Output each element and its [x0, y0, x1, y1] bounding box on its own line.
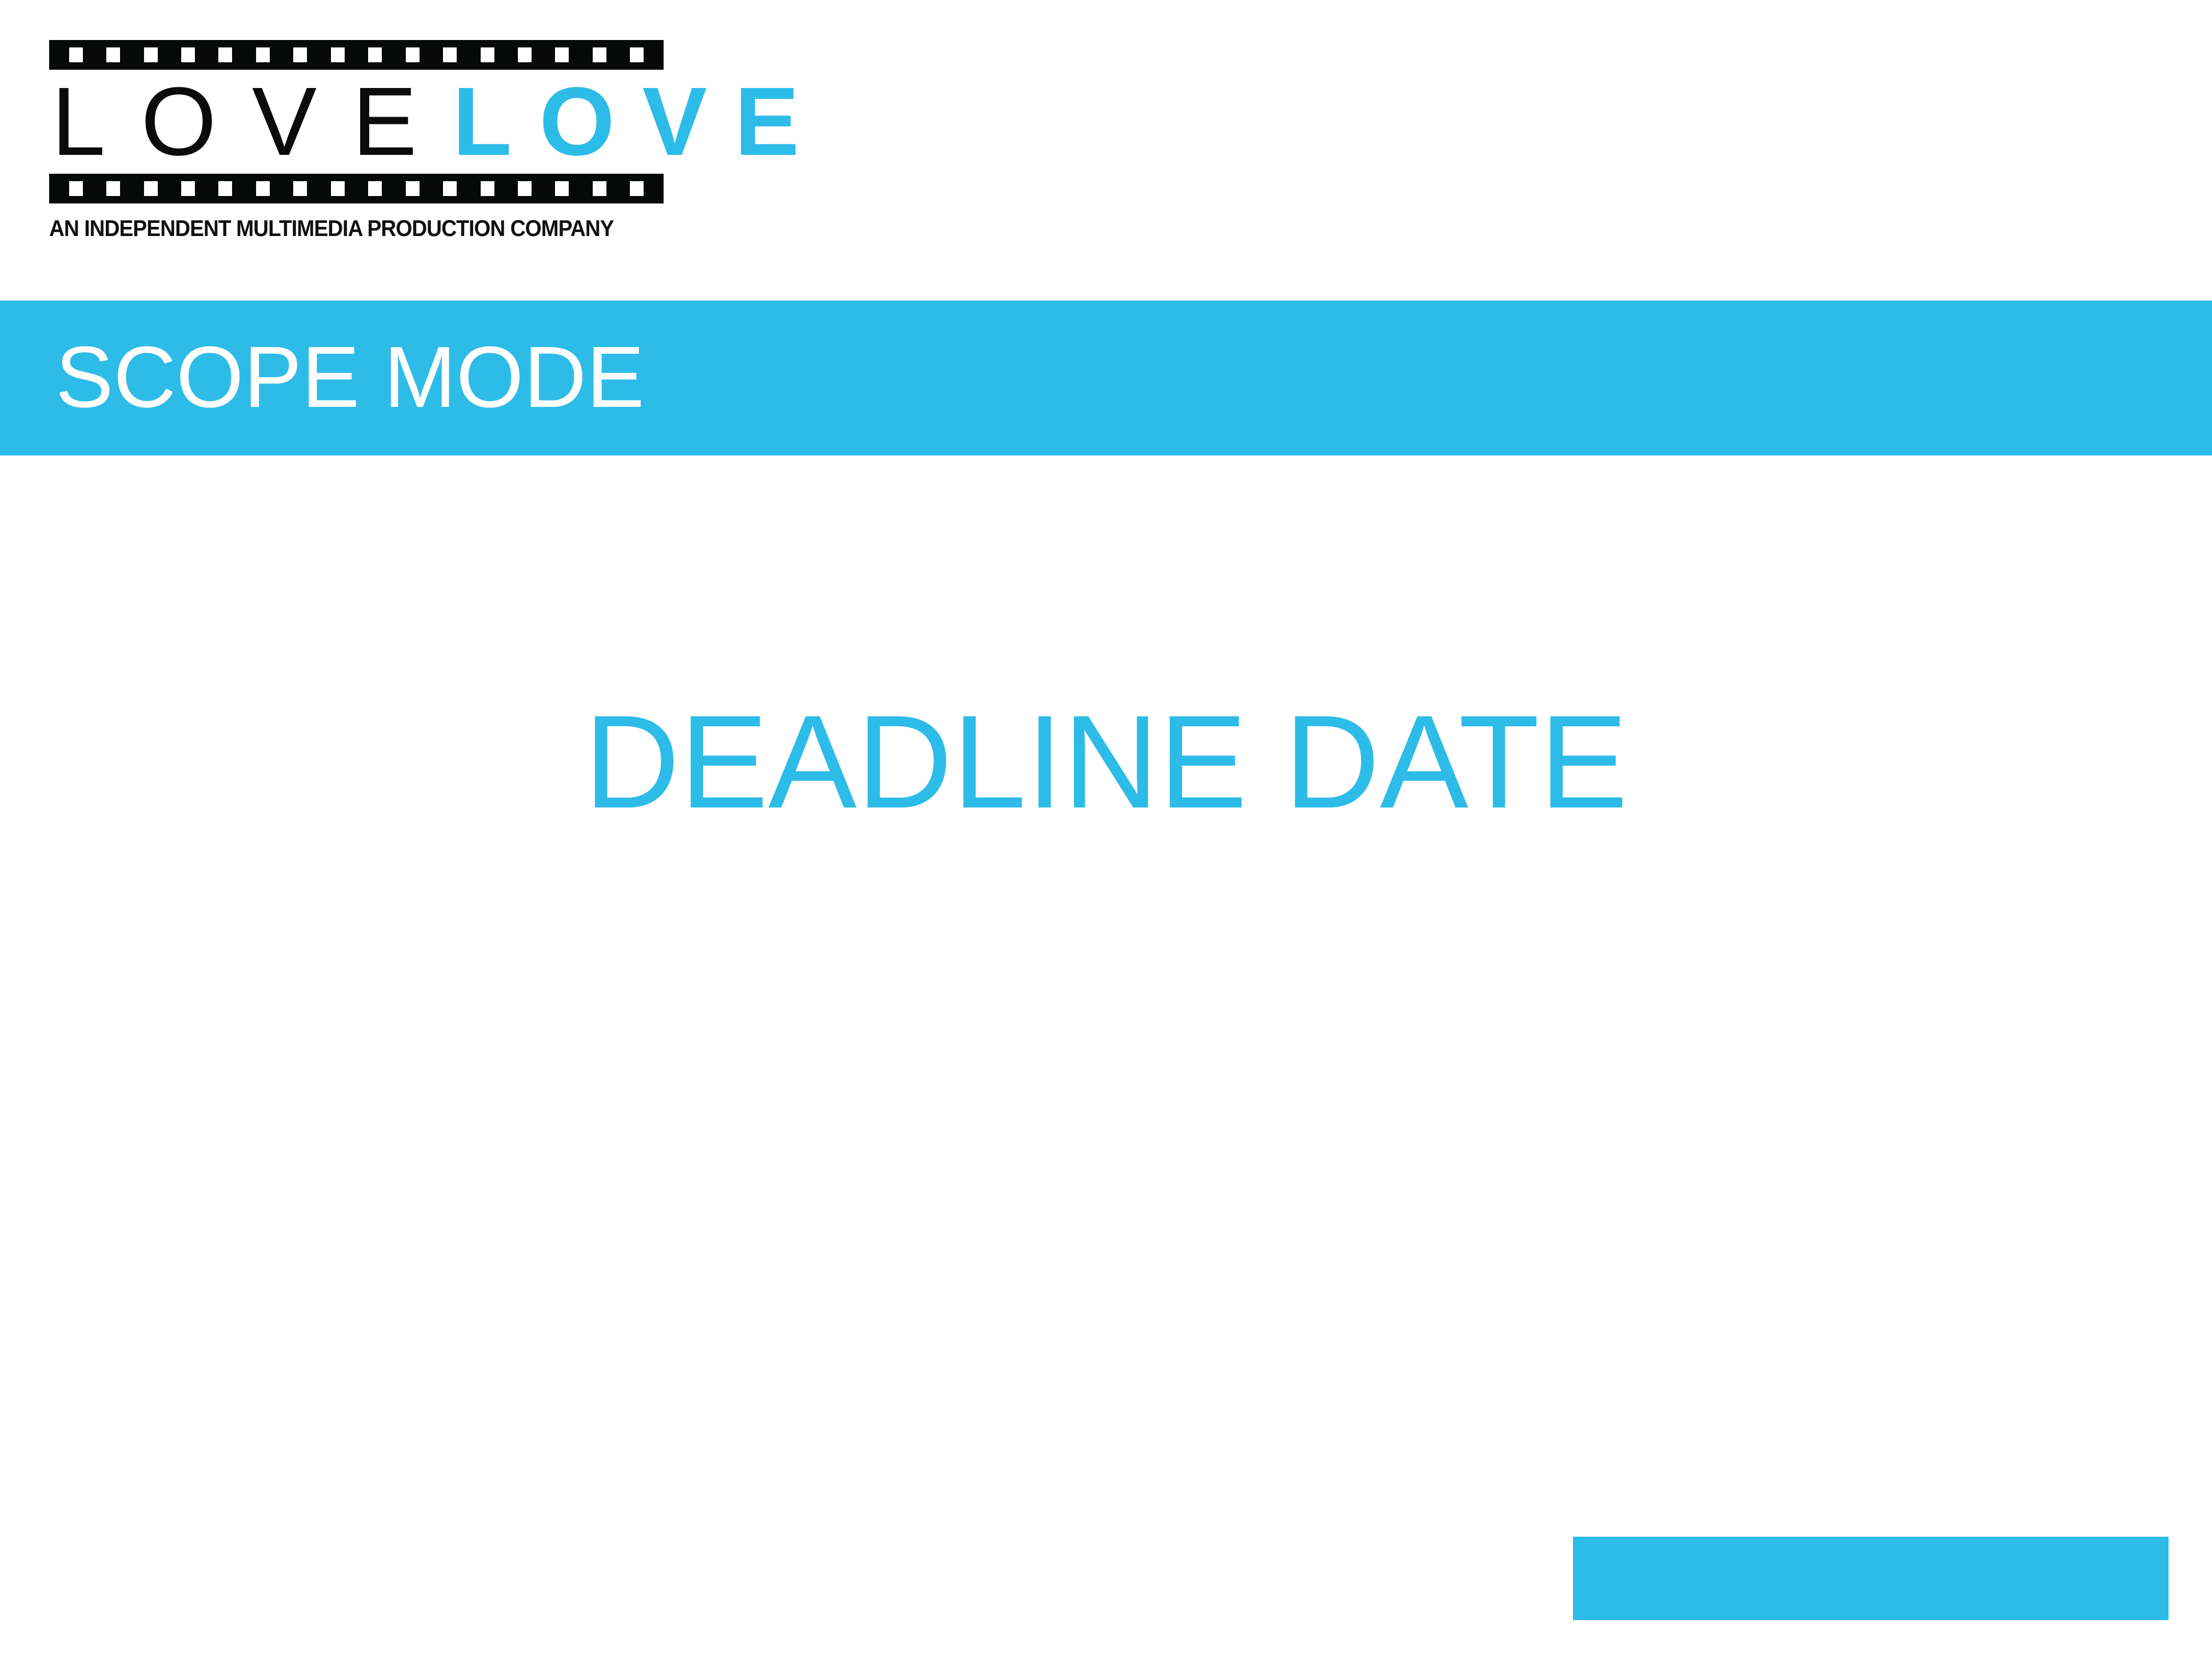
film-hole [592, 47, 606, 62]
film-hole [480, 181, 494, 196]
film-hole [330, 181, 345, 196]
film-hole [181, 47, 195, 62]
film-hole [517, 47, 532, 62]
film-hole [106, 47, 121, 62]
film-hole [443, 181, 457, 196]
film-hole [555, 181, 569, 196]
footer-accent-bar [1573, 1537, 2169, 1620]
film-strip-top [49, 40, 664, 70]
film-hole [443, 47, 457, 62]
section-title: SCOPE MODE [55, 329, 645, 426]
film-hole [143, 47, 158, 62]
film-hole [255, 47, 270, 62]
film-hole [480, 47, 494, 62]
film-hole [218, 181, 233, 196]
film-hole [69, 47, 83, 62]
film-hole [293, 181, 308, 196]
film-hole [630, 181, 644, 196]
film-hole [368, 47, 382, 62]
section-header-bar: SCOPE MODE [0, 301, 2212, 455]
film-hole [181, 181, 195, 196]
film-hole [106, 181, 121, 196]
logo-wordmark: LOVE LOVE [49, 67, 799, 176]
logo-word-blue: LOVE [452, 67, 827, 176]
film-hole [592, 181, 606, 196]
film-hole [293, 47, 308, 62]
logo-tagline: AN INDEPENDENT MULTIMEDIA PRODUCTION COM… [49, 216, 614, 241]
film-hole [630, 47, 644, 62]
film-hole [143, 181, 158, 196]
film-hole [218, 47, 233, 62]
logo-word-dark: LOVE [51, 67, 453, 176]
film-hole [405, 181, 420, 196]
film-hole [255, 181, 270, 196]
film-strip-bottom [49, 174, 664, 203]
company-logo: LOVE LOVE AN INDEPENDENT MULTIMEDIA PROD… [49, 40, 799, 242]
film-hole [555, 47, 569, 62]
deadline-heading: DEADLINE DATE [584, 688, 1628, 836]
film-hole [517, 181, 532, 196]
film-hole [69, 181, 83, 196]
film-hole [405, 47, 420, 62]
film-hole [368, 181, 382, 196]
film-hole [330, 47, 345, 62]
